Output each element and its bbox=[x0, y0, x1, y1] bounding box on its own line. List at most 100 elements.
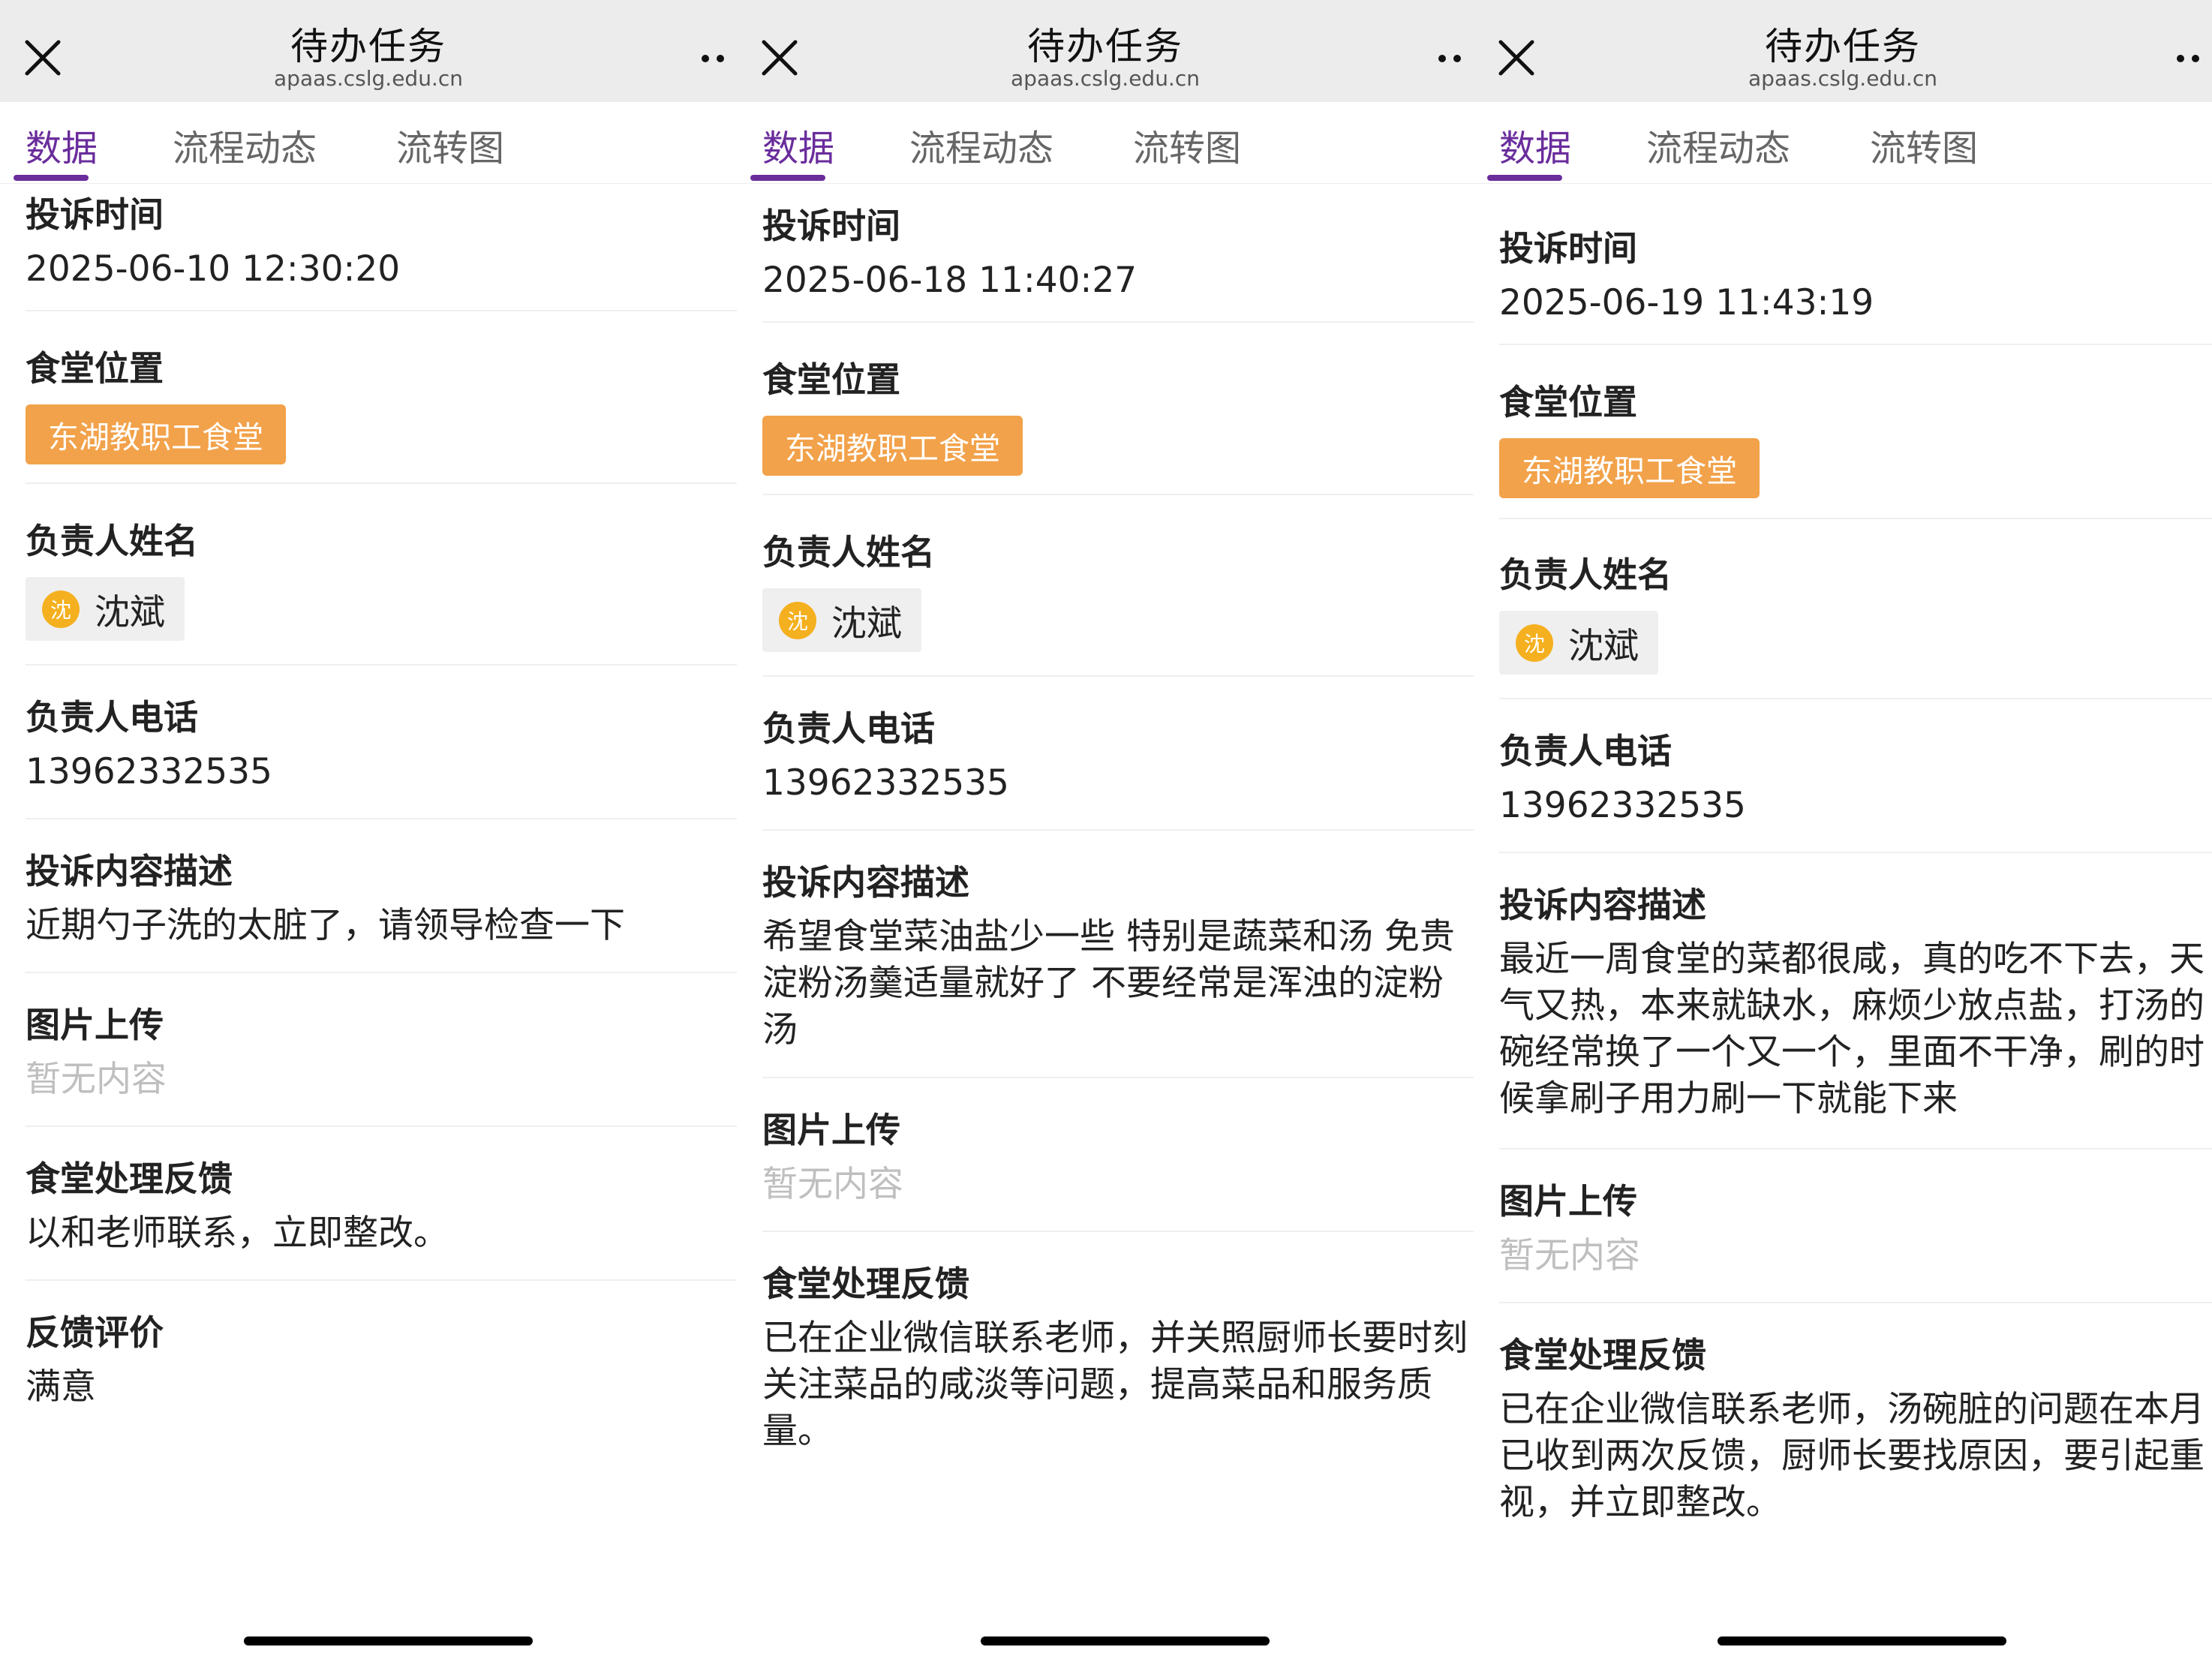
divider bbox=[1499, 1302, 2212, 1303]
field-manager-name: 负责人姓名 沈 沈斌 bbox=[26, 514, 737, 641]
field-complaint-desc: 投诉内容描述 希望食堂菜油盐少一些 特别是蔬菜和汤 免贵淀粉汤羹适量就好了 不要… bbox=[762, 855, 1474, 1053]
avatar: 沈 bbox=[42, 590, 80, 628]
field-complaint-desc: 投诉内容描述 近期勺子洗的太脏了，请领导检查一下 bbox=[26, 844, 737, 949]
person-name: 沈斌 bbox=[1568, 626, 1639, 667]
field-label: 负责人姓名 bbox=[762, 532, 935, 573]
field-value-empty: 暂无内容 bbox=[762, 1164, 903, 1205]
page-domain: apaas.cslg.edu.cn bbox=[274, 66, 463, 91]
field-label: 负责人电话 bbox=[762, 708, 935, 749]
tab-flow-chart[interactable]: 流转图 bbox=[1870, 119, 1978, 171]
location-badge: 东湖教职工食堂 bbox=[1499, 438, 1760, 498]
tab-process-activity[interactable]: 流程动态 bbox=[173, 119, 317, 171]
tab-process-activity[interactable]: 流程动态 bbox=[1646, 119, 1790, 171]
field-label: 投诉内容描述 bbox=[26, 851, 233, 891]
person-name: 沈斌 bbox=[831, 603, 902, 645]
field-value-empty: 暂无内容 bbox=[26, 1059, 167, 1100]
location-badge: 东湖教职工食堂 bbox=[26, 404, 286, 464]
field-value: 2025-06-10 12:30:20 bbox=[26, 248, 401, 290]
location-badge: 东湖教职工食堂 bbox=[762, 416, 1023, 476]
tab-data[interactable]: 数据 bbox=[26, 119, 98, 171]
screenshot-panel-2: 待办任务 apaas.cslg.edu.cn 数据 流程动态 流转图 投诉时间 … bbox=[737, 0, 1474, 1659]
person-chip[interactable]: 沈 沈斌 bbox=[1499, 611, 1658, 675]
field-label: 图片上传 bbox=[26, 1005, 164, 1045]
field-manager-name: 负责人姓名 沈 沈斌 bbox=[1499, 548, 2212, 675]
field-label: 反馈评价 bbox=[26, 1312, 164, 1353]
field-label: 负责人姓名 bbox=[26, 521, 198, 561]
divider bbox=[1499, 1148, 2212, 1150]
tab-flow-chart[interactable]: 流转图 bbox=[396, 119, 504, 171]
field-manager-phone: 负责人电话 13962332535 bbox=[762, 702, 1474, 807]
field-label: 食堂位置 bbox=[26, 348, 164, 389]
field-value: 13962332535 bbox=[1499, 785, 1746, 826]
tab-data[interactable]: 数据 bbox=[762, 119, 834, 171]
field-canteen-location: 食堂位置 东湖教职工食堂 bbox=[1499, 375, 2212, 498]
field-manager-name: 负责人姓名 沈 沈斌 bbox=[762, 525, 1474, 652]
more-dots-icon[interactable] bbox=[696, 45, 734, 72]
field-label: 食堂处理反馈 bbox=[26, 1159, 233, 1199]
person-chip[interactable]: 沈 沈斌 bbox=[762, 588, 921, 652]
field-complaint-desc: 投诉内容描述 最近一周食堂的菜都很咸，真的吃不下去，天气又热，本来就缺水，麻烦少… bbox=[1499, 878, 2212, 1123]
field-label: 投诉内容描述 bbox=[1499, 885, 1706, 925]
page-title: 待办任务 bbox=[290, 25, 446, 68]
field-canteen-location: 食堂位置 东湖教职工食堂 bbox=[762, 353, 1474, 476]
field-canteen-feedback: 食堂处理反馈 已在企业微信联系老师，汤碗脏的问题在本月已收到两次反馈，厨师长要找… bbox=[1499, 1328, 2212, 1526]
more-dots-icon[interactable] bbox=[1433, 45, 1471, 72]
home-indicator bbox=[1718, 1636, 2006, 1645]
home-indicator bbox=[981, 1636, 1270, 1645]
active-tab-indicator bbox=[14, 175, 89, 181]
field-image-upload: 图片上传 暂无内容 bbox=[1499, 1174, 2212, 1279]
field-label: 投诉内容描述 bbox=[762, 862, 969, 903]
divider bbox=[1499, 698, 2212, 699]
field-complaint-time: 投诉时间 2025-06-18 11:40:27 bbox=[762, 199, 1474, 304]
field-manager-phone: 负责人电话 13962332535 bbox=[1499, 724, 2212, 829]
divider bbox=[26, 1126, 737, 1127]
field-canteen-location: 食堂位置 东湖教职工食堂 bbox=[26, 341, 737, 464]
field-label: 投诉时间 bbox=[762, 206, 900, 246]
field-value: 希望食堂菜油盐少一些 特别是蔬菜和汤 免贵淀粉汤羹适量就好了 不要经常是浑浊的淀… bbox=[762, 916, 1455, 1050]
field-value: 13962332535 bbox=[26, 751, 272, 792]
divider bbox=[1499, 852, 2212, 853]
field-label: 投诉时间 bbox=[26, 194, 164, 235]
divider bbox=[762, 1077, 1474, 1078]
top-bar: 待办任务 apaas.cslg.edu.cn bbox=[0, 0, 737, 102]
field-value: 以和老师联系，立即整改。 bbox=[26, 1213, 449, 1254]
field-canteen-feedback: 食堂处理反馈 以和老师联系，立即整改。 bbox=[26, 1152, 737, 1257]
field-value: 最近一周食堂的菜都很咸，真的吃不下去，天气又热，本来就缺水，麻烦少放点盐，打汤的… bbox=[1499, 939, 2204, 1120]
divider bbox=[1499, 344, 2212, 345]
tab-data[interactable]: 数据 bbox=[1499, 119, 1571, 171]
divider bbox=[762, 321, 1474, 323]
field-label: 食堂位置 bbox=[1499, 382, 1637, 422]
field-label: 食堂位置 bbox=[762, 359, 900, 400]
page-domain: apaas.cslg.edu.cn bbox=[1748, 66, 1937, 91]
field-value: 已在企业微信联系老师，并关照厨师长要时刻关注菜品的咸淡等问题，提高菜品和服务质量… bbox=[762, 1318, 1468, 1452]
more-dots-icon[interactable] bbox=[2171, 45, 2209, 72]
screenshot-panel-1: 待办任务 apaas.cslg.edu.cn 数据 流程动态 流转图 投诉时间 … bbox=[0, 0, 737, 1659]
person-name: 沈斌 bbox=[95, 592, 165, 633]
tab-flow-chart[interactable]: 流转图 bbox=[1133, 119, 1241, 171]
avatar: 沈 bbox=[779, 601, 816, 639]
page-domain: apaas.cslg.edu.cn bbox=[1011, 66, 1200, 91]
person-chip[interactable]: 沈 沈斌 bbox=[26, 577, 185, 641]
divider bbox=[26, 818, 737, 819]
active-tab-indicator bbox=[1487, 175, 1562, 181]
divider bbox=[762, 1231, 1474, 1232]
field-value: 已在企业微信联系老师，汤碗脏的问题在本月已收到两次反馈，厨师长要找原因，要引起重… bbox=[1499, 1389, 2204, 1523]
divider bbox=[26, 664, 737, 666]
divider bbox=[762, 494, 1474, 495]
field-label: 负责人电话 bbox=[26, 697, 198, 738]
divider bbox=[26, 1279, 737, 1281]
active-tab-indicator bbox=[750, 175, 825, 181]
field-label: 食堂处理反馈 bbox=[762, 1264, 969, 1304]
field-label: 图片上传 bbox=[762, 1110, 900, 1150]
home-indicator bbox=[244, 1636, 533, 1645]
page-title: 待办任务 bbox=[1765, 25, 1921, 68]
tab-process-activity[interactable]: 流程动态 bbox=[909, 119, 1053, 171]
divider bbox=[762, 829, 1474, 831]
divider bbox=[26, 482, 737, 484]
field-value: 满意 bbox=[26, 1366, 96, 1408]
field-label: 食堂处理反馈 bbox=[1499, 1335, 1706, 1375]
divider bbox=[26, 310, 737, 311]
field-value: 近期勺子洗的太脏了，请领导检查一下 bbox=[26, 905, 625, 946]
field-value-empty: 暂无内容 bbox=[1499, 1235, 1640, 1276]
page-title: 待办任务 bbox=[1027, 25, 1183, 68]
